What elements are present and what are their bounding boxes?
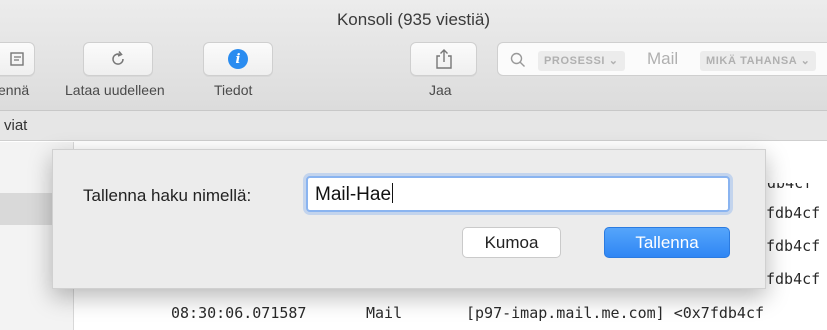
reload-button[interactable] <box>83 42 153 76</box>
clear-label: ennä <box>0 82 30 98</box>
log-row-message: [p97-imap.mail.me.com] <0x7fdb4cf <box>466 304 765 322</box>
info-label: Tiedot <box>214 82 253 98</box>
search-field[interactable]: PROSESSI ⌄ Mail MIKÄ TAHANSA ⌄ <box>497 42 827 76</box>
clear-icon <box>9 52 24 66</box>
search-icon <box>510 52 525 67</box>
log-row-process: Mail <box>366 304 403 322</box>
favorite-item[interactable]: viat <box>4 117 27 134</box>
search-name-value: Mail-Hae <box>315 184 392 205</box>
save-search-label: Tallenna haku nimellä: <box>83 186 252 205</box>
window-toolbar: Konsoli (935 viestiä) ennä Lataa uudelle… <box>0 0 827 111</box>
save-button[interactable]: Tallenna <box>604 227 730 258</box>
share-label: Jaa <box>429 82 452 98</box>
search-name-input[interactable]: Mail-Hae <box>306 176 730 212</box>
info-icon: i <box>228 49 248 69</box>
log-line-tail: fdb4cf <box>766 237 821 255</box>
cancel-button[interactable]: Kumoa <box>462 227 561 258</box>
process-token-value: Mail <box>647 49 679 68</box>
favorites-bar: viat <box>0 111 827 141</box>
any-token[interactable]: MIKÄ TAHANSA ⌄ <box>700 51 817 71</box>
share-icon <box>435 49 452 69</box>
log-line-tail: fdb4cf <box>766 270 821 288</box>
process-token[interactable]: PROSESSI ⌄ <box>538 51 625 71</box>
share-button[interactable] <box>410 42 477 76</box>
log-line-tail: fdb4cf <box>766 204 821 222</box>
text-caret <box>392 183 394 203</box>
info-button[interactable]: i <box>203 42 273 76</box>
reload-label: Lataa uudelleen <box>65 82 165 98</box>
reload-icon <box>112 51 124 65</box>
save-search-dialog: Tallenna haku nimellä: Mail-Hae Kumoa Ta… <box>52 149 766 289</box>
log-row-time: 08:30:06.071587 <box>171 304 307 322</box>
window-title: Konsoli (935 viestiä) <box>336 10 491 29</box>
clear-button[interactable] <box>0 42 35 76</box>
log-line-tail: fdb4cf <box>758 174 813 192</box>
